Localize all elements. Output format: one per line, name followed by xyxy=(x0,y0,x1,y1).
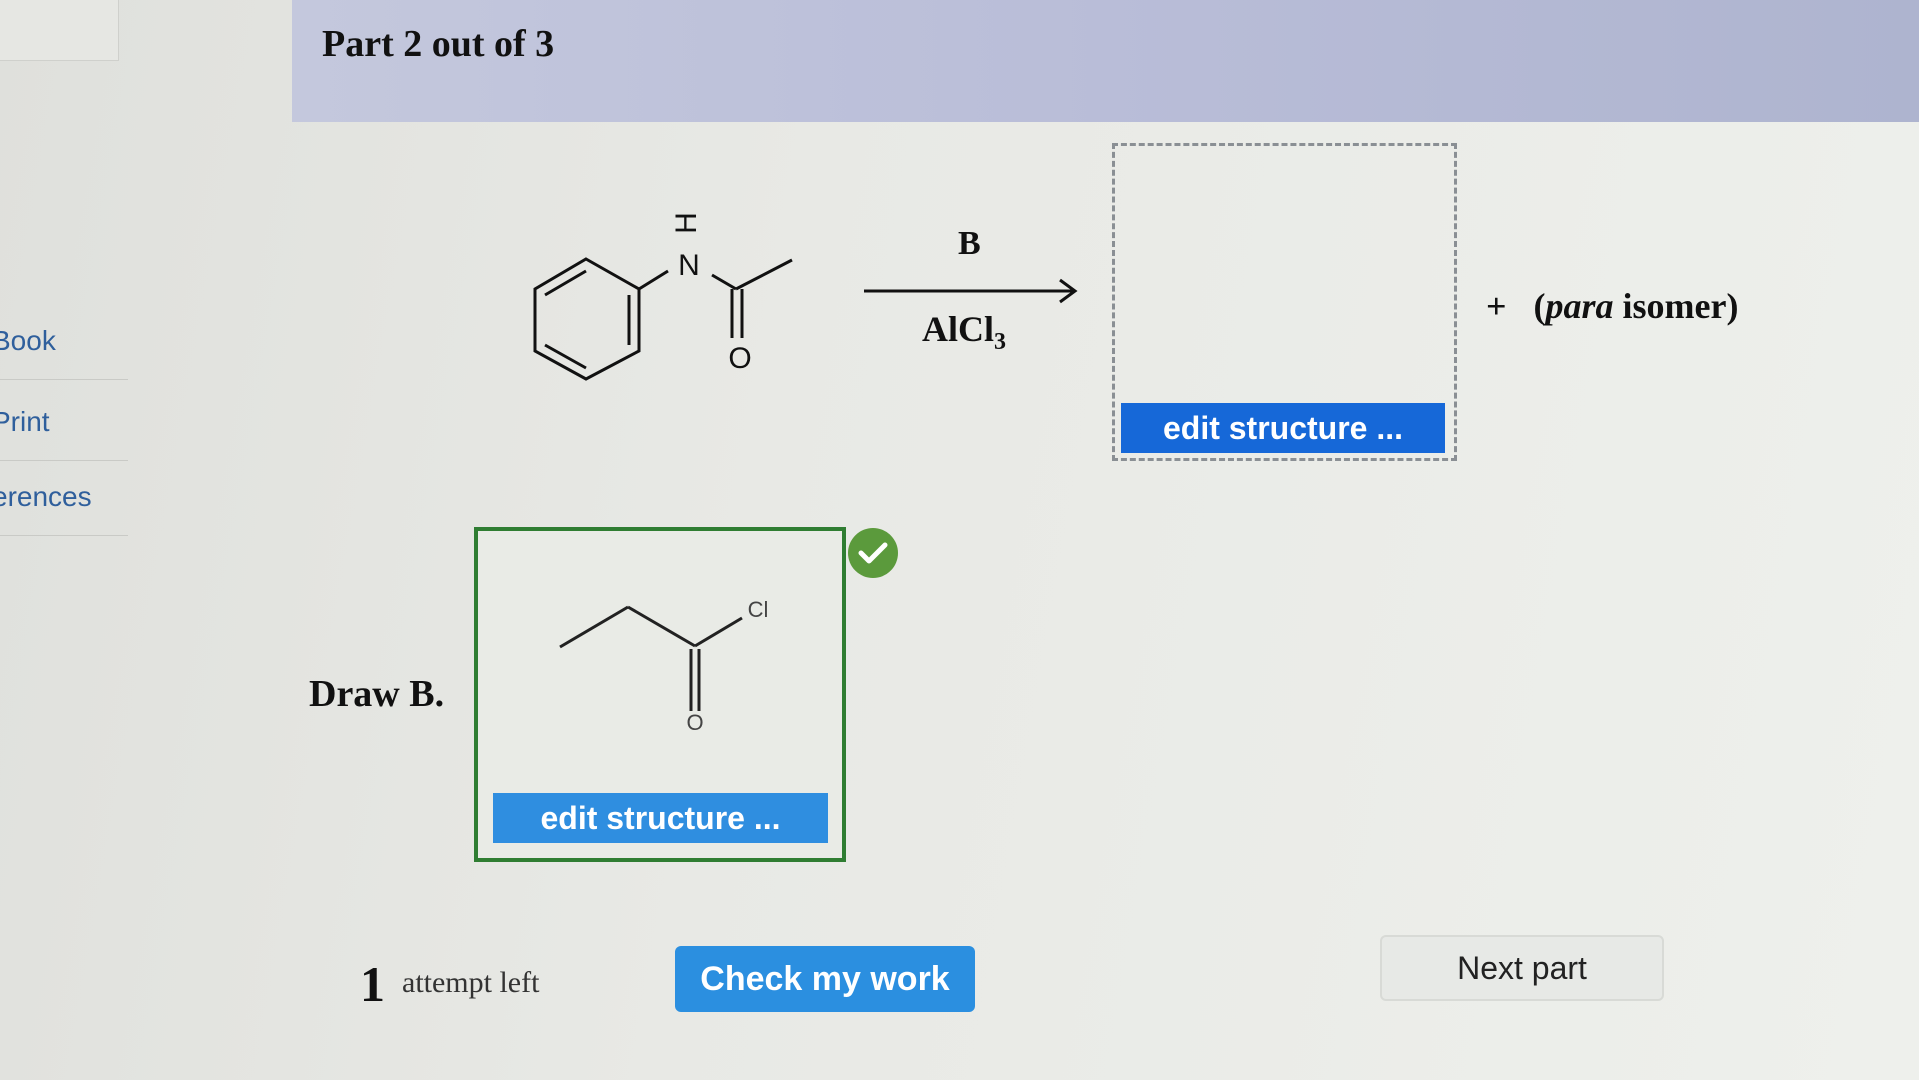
para-isomer-note: + (para isomer) xyxy=(1486,285,1738,327)
sidebar-item-label: erences xyxy=(0,480,92,512)
next-part-button[interactable]: Next part xyxy=(1380,935,1664,1001)
page-title: Part 2 out of 3 xyxy=(322,23,555,65)
sidebar-item-label: Book xyxy=(0,324,56,356)
plus-sign: + xyxy=(1486,286,1507,326)
benzene-ring xyxy=(533,257,641,381)
reactant-structure: H N O xyxy=(533,212,793,381)
atom-o: O xyxy=(686,710,703,735)
part-header: Part 2 out of 3 xyxy=(292,0,1919,122)
atom-n: N xyxy=(678,249,700,282)
left-sidebar: Book Print erences xyxy=(0,0,130,1080)
reagent-b-structure: Cl O xyxy=(559,597,769,735)
atom-o: O xyxy=(728,342,751,375)
atom-cl: Cl xyxy=(748,597,769,622)
check-my-work-button[interactable]: Check my work xyxy=(675,946,975,1012)
para-open: ( xyxy=(1533,286,1546,326)
correct-check-icon xyxy=(848,528,898,578)
reaction-arrow xyxy=(864,278,1078,304)
sidebar-item-print[interactable]: Print xyxy=(0,383,128,461)
para-italic: para xyxy=(1545,286,1614,326)
para-rest: isomer) xyxy=(1613,286,1739,326)
attempts-remaining-text: attempt left xyxy=(402,966,540,999)
reagent-b: B xyxy=(958,225,981,262)
catalyst-subscript: 3 xyxy=(994,329,1006,356)
sidebar-top-box xyxy=(0,0,119,61)
attempts-remaining-count: 1 xyxy=(360,956,385,1012)
edit-structure-button-product[interactable]: edit structure ... xyxy=(1121,403,1445,453)
sidebar-item-label: Print xyxy=(0,405,50,437)
draw-b-label: Draw B. xyxy=(309,673,445,715)
atom-h: H xyxy=(670,212,703,234)
reagent-catalyst: AlCl3 xyxy=(922,308,1006,356)
edit-structure-button-b[interactable]: edit structure ... xyxy=(493,793,828,843)
sidebar-item-references[interactable]: erences xyxy=(0,458,128,536)
catalyst-formula: AlCl xyxy=(922,309,994,349)
sidebar-item-book[interactable]: Book xyxy=(0,302,128,380)
